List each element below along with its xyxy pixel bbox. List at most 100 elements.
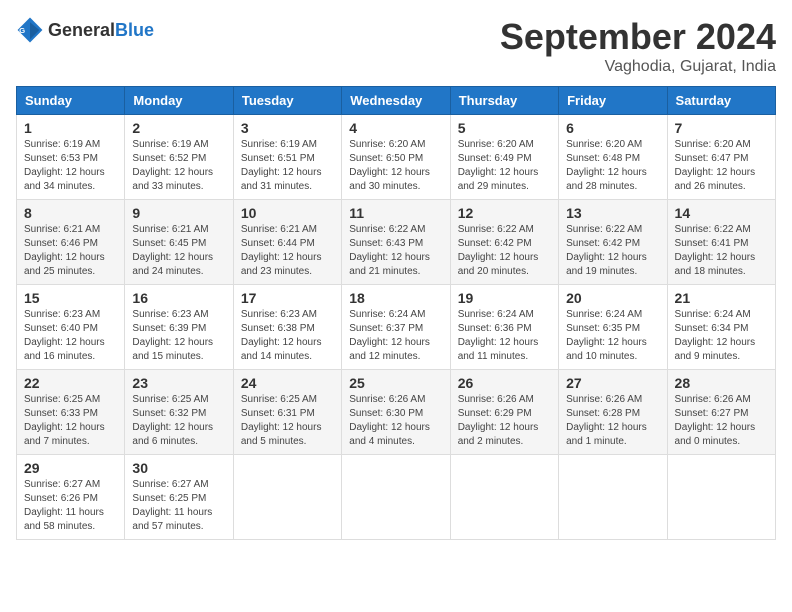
day-cell: 10 Sunrise: 6:21 AM Sunset: 6:44 PM Dayli… [233, 200, 341, 285]
day-number: 12 [458, 205, 551, 221]
day-info: Sunrise: 6:26 AM Sunset: 6:27 PM Dayligh… [675, 393, 768, 449]
day-info: Sunrise: 6:21 AM Sunset: 6:45 PM Dayligh… [132, 223, 225, 279]
logo: G GeneralBlue [16, 16, 154, 44]
day-number: 20 [566, 290, 659, 306]
day-number: 11 [349, 205, 442, 221]
day-cell: 3 Sunrise: 6:19 AM Sunset: 6:51 PM Daylig… [233, 115, 341, 200]
day-cell: 13 Sunrise: 6:22 AM Sunset: 6:42 PM Dayli… [559, 200, 667, 285]
svg-text:G: G [19, 26, 25, 35]
day-cell: 9 Sunrise: 6:21 AM Sunset: 6:45 PM Daylig… [125, 200, 233, 285]
day-info: Sunrise: 6:27 AM Sunset: 6:26 PM Dayligh… [24, 478, 117, 534]
column-header-tuesday: Tuesday [233, 87, 341, 115]
day-number: 5 [458, 120, 551, 136]
day-info: Sunrise: 6:19 AM Sunset: 6:51 PM Dayligh… [241, 138, 334, 194]
day-number: 28 [675, 375, 768, 391]
day-cell: 11 Sunrise: 6:22 AM Sunset: 6:43 PM Dayli… [342, 200, 450, 285]
day-number: 16 [132, 290, 225, 306]
day-info: Sunrise: 6:27 AM Sunset: 6:25 PM Dayligh… [132, 478, 225, 534]
column-header-thursday: Thursday [450, 87, 558, 115]
day-number: 10 [241, 205, 334, 221]
day-cell: 28 Sunrise: 6:26 AM Sunset: 6:27 PM Dayli… [667, 370, 775, 455]
day-info: Sunrise: 6:26 AM Sunset: 6:28 PM Dayligh… [566, 393, 659, 449]
day-info: Sunrise: 6:25 AM Sunset: 6:32 PM Dayligh… [132, 393, 225, 449]
day-number: 1 [24, 120, 117, 136]
day-cell: 15 Sunrise: 6:23 AM Sunset: 6:40 PM Dayli… [17, 285, 125, 370]
day-cell: 6Sunrise: 6:20 AM Sunset: 6:48 PM Daylig… [559, 115, 667, 200]
day-info: Sunrise: 6:24 AM Sunset: 6:34 PM Dayligh… [675, 308, 768, 364]
day-cell: 2 Sunrise: 6:19 AM Sunset: 6:52 PM Daylig… [125, 115, 233, 200]
logo-general: General [48, 20, 115, 40]
day-info: Sunrise: 6:20 AM Sunset: 6:47 PM Dayligh… [675, 138, 768, 194]
day-number: 15 [24, 290, 117, 306]
day-info: Sunrise: 6:21 AM Sunset: 6:44 PM Dayligh… [241, 223, 334, 279]
logo-text: GeneralBlue [48, 20, 154, 41]
day-info: Sunrise: 6:24 AM Sunset: 6:35 PM Dayligh… [566, 308, 659, 364]
day-cell: 30 Sunrise: 6:27 AM Sunset: 6:25 PM Dayli… [125, 455, 233, 540]
day-cell: 25 Sunrise: 6:26 AM Sunset: 6:30 PM Dayli… [342, 370, 450, 455]
day-info: Sunrise: 6:25 AM Sunset: 6:31 PM Dayligh… [241, 393, 334, 449]
day-number: 19 [458, 290, 551, 306]
day-info: Sunrise: 6:23 AM Sunset: 6:39 PM Dayligh… [132, 308, 225, 364]
day-cell [667, 455, 775, 540]
day-info: Sunrise: 6:22 AM Sunset: 6:43 PM Dayligh… [349, 223, 442, 279]
day-info: Sunrise: 6:24 AM Sunset: 6:37 PM Dayligh… [349, 308, 442, 364]
day-info: Sunrise: 6:20 AM Sunset: 6:48 PM Dayligh… [566, 138, 659, 194]
column-header-monday: Monday [125, 87, 233, 115]
day-number: 25 [349, 375, 442, 391]
day-cell: 4Sunrise: 6:20 AM Sunset: 6:50 PM Daylig… [342, 115, 450, 200]
column-header-wednesday: Wednesday [342, 87, 450, 115]
week-row-1: 1 Sunrise: 6:19 AM Sunset: 6:53 PM Daylig… [17, 115, 776, 200]
day-info: Sunrise: 6:22 AM Sunset: 6:42 PM Dayligh… [566, 223, 659, 279]
day-info: Sunrise: 6:19 AM Sunset: 6:53 PM Dayligh… [24, 138, 117, 194]
day-number: 23 [132, 375, 225, 391]
day-cell: 23 Sunrise: 6:25 AM Sunset: 6:32 PM Dayli… [125, 370, 233, 455]
day-info: Sunrise: 6:22 AM Sunset: 6:41 PM Dayligh… [675, 223, 768, 279]
day-info: Sunrise: 6:19 AM Sunset: 6:52 PM Dayligh… [132, 138, 225, 194]
day-cell: 12 Sunrise: 6:22 AM Sunset: 6:42 PM Dayli… [450, 200, 558, 285]
column-header-friday: Friday [559, 87, 667, 115]
column-header-sunday: Sunday [17, 87, 125, 115]
week-row-3: 15 Sunrise: 6:23 AM Sunset: 6:40 PM Dayli… [17, 285, 776, 370]
day-info: Sunrise: 6:20 AM Sunset: 6:49 PM Dayligh… [458, 138, 551, 194]
day-number: 9 [132, 205, 225, 221]
day-cell: 26 Sunrise: 6:26 AM Sunset: 6:29 PM Dayli… [450, 370, 558, 455]
day-info: Sunrise: 6:22 AM Sunset: 6:42 PM Dayligh… [458, 223, 551, 279]
day-info: Sunrise: 6:23 AM Sunset: 6:38 PM Dayligh… [241, 308, 334, 364]
day-cell: 19 Sunrise: 6:24 AM Sunset: 6:36 PM Dayli… [450, 285, 558, 370]
week-row-5: 29 Sunrise: 6:27 AM Sunset: 6:26 PM Dayli… [17, 455, 776, 540]
day-number: 4 [349, 120, 442, 136]
day-cell: 7Sunrise: 6:20 AM Sunset: 6:47 PM Daylig… [667, 115, 775, 200]
day-cell [559, 455, 667, 540]
day-number: 26 [458, 375, 551, 391]
day-info: Sunrise: 6:25 AM Sunset: 6:33 PM Dayligh… [24, 393, 117, 449]
day-number: 3 [241, 120, 334, 136]
day-number: 2 [132, 120, 225, 136]
day-number: 22 [24, 375, 117, 391]
day-cell [342, 455, 450, 540]
day-number: 17 [241, 290, 334, 306]
day-number: 8 [24, 205, 117, 221]
day-number: 13 [566, 205, 659, 221]
day-cell: 18Sunrise: 6:24 AM Sunset: 6:37 PM Dayli… [342, 285, 450, 370]
column-header-saturday: Saturday [667, 87, 775, 115]
day-info: Sunrise: 6:23 AM Sunset: 6:40 PM Dayligh… [24, 308, 117, 364]
month-title: September 2024 [500, 16, 776, 58]
logo-blue: Blue [115, 20, 154, 40]
day-cell [233, 455, 341, 540]
day-cell: 27Sunrise: 6:26 AM Sunset: 6:28 PM Dayli… [559, 370, 667, 455]
day-cell: 16 Sunrise: 6:23 AM Sunset: 6:39 PM Dayli… [125, 285, 233, 370]
day-number: 30 [132, 460, 225, 476]
day-number: 21 [675, 290, 768, 306]
calendar-table: SundayMondayTuesdayWednesdayThursdayFrid… [16, 86, 776, 540]
day-info: Sunrise: 6:26 AM Sunset: 6:30 PM Dayligh… [349, 393, 442, 449]
day-number: 14 [675, 205, 768, 221]
day-cell: 20 Sunrise: 6:24 AM Sunset: 6:35 PM Dayli… [559, 285, 667, 370]
day-info: Sunrise: 6:21 AM Sunset: 6:46 PM Dayligh… [24, 223, 117, 279]
day-number: 24 [241, 375, 334, 391]
day-info: Sunrise: 6:26 AM Sunset: 6:29 PM Dayligh… [458, 393, 551, 449]
day-number: 29 [24, 460, 117, 476]
day-cell: 1 Sunrise: 6:19 AM Sunset: 6:53 PM Daylig… [17, 115, 125, 200]
day-info: Sunrise: 6:24 AM Sunset: 6:36 PM Dayligh… [458, 308, 551, 364]
day-cell: 8 Sunrise: 6:21 AM Sunset: 6:46 PM Daylig… [17, 200, 125, 285]
day-cell: 17 Sunrise: 6:23 AM Sunset: 6:38 PM Dayli… [233, 285, 341, 370]
